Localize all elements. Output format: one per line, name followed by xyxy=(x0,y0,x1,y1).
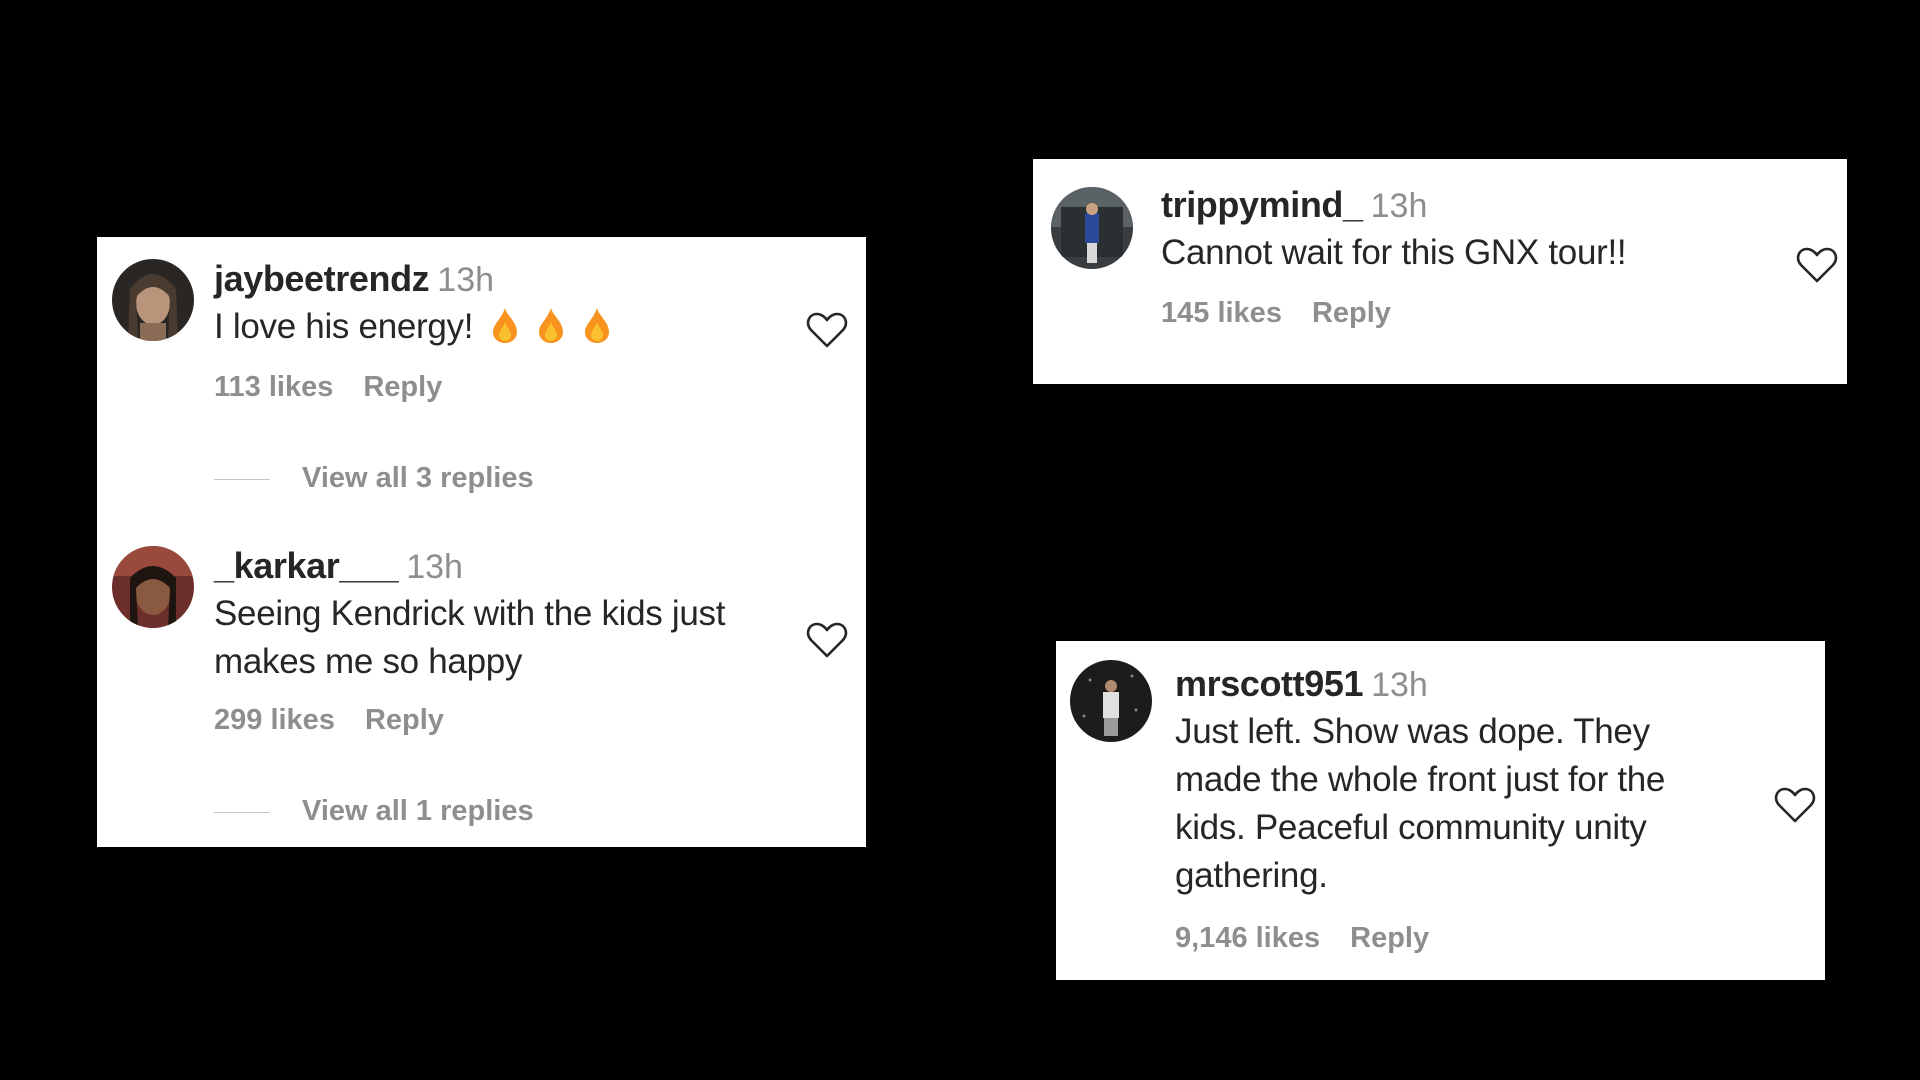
view-replies-button[interactable]: View all 1 replies xyxy=(214,794,534,828)
comment-text-line: Seeing Kendrick with the kids just xyxy=(214,594,726,633)
divider-line xyxy=(214,478,270,480)
likes-count[interactable]: 145 likes xyxy=(1161,297,1282,329)
username[interactable]: trippymind_ xyxy=(1161,184,1363,225)
comment-text-line: gathering. xyxy=(1175,856,1328,895)
timestamp[interactable]: 13h xyxy=(406,548,463,586)
timestamp[interactable]: 13h xyxy=(1371,187,1428,225)
timestamp[interactable]: 13h xyxy=(1371,666,1428,704)
comment-header: mrscott951 13h xyxy=(1175,663,1735,705)
comment-card-3: mrscott951 13h Just left. Show was dope. … xyxy=(1056,641,1825,980)
view-replies-label: View all 1 replies xyxy=(302,795,534,827)
avatar[interactable] xyxy=(1051,187,1133,269)
heart-outline-icon[interactable] xyxy=(806,311,848,349)
reply-button[interactable]: Reply xyxy=(363,371,442,403)
reply-button[interactable]: Reply xyxy=(365,704,444,736)
username[interactable]: mrscott951 xyxy=(1175,663,1364,704)
username[interactable]: _karkar___ xyxy=(214,545,399,586)
comment-card-1: jaybeetrendz 13h I love his energy! 113 l… xyxy=(97,237,866,847)
comment-text-content: I love his energy! xyxy=(214,307,474,346)
comment-meta: 9,146 likes Reply xyxy=(1175,922,1735,955)
comment-text-line: kids. Peaceful community unity xyxy=(1175,808,1647,847)
comment-meta: 145 likes Reply xyxy=(1161,297,1781,330)
comment-text: I love his energy! xyxy=(214,303,774,351)
username[interactable]: jaybeetrendz xyxy=(214,258,430,299)
comment-header: _karkar___ 13h xyxy=(214,545,754,587)
reply-button[interactable]: Reply xyxy=(1312,297,1391,329)
comment-header: trippymind_ 13h xyxy=(1161,184,1781,226)
likes-count[interactable]: 9,146 likes xyxy=(1175,922,1320,954)
comment-text-content: Cannot wait for this GNX tour!! xyxy=(1161,233,1627,272)
comment-text-line: makes me so happy xyxy=(214,642,523,681)
heart-outline-icon[interactable] xyxy=(1774,786,1816,824)
heart-outline-icon[interactable] xyxy=(806,621,848,659)
avatar[interactable] xyxy=(1070,660,1152,742)
comment-text: Just left. Show was dope. They made the … xyxy=(1175,708,1735,900)
likes-count[interactable]: 113 likes xyxy=(214,371,333,403)
fire-emoji xyxy=(585,308,610,343)
timestamp[interactable]: 13h xyxy=(437,261,494,299)
likes-count[interactable]: 299 likes xyxy=(214,704,335,736)
reply-button[interactable]: Reply xyxy=(1350,922,1429,954)
comment-card-2: trippymind_ 13h Cannot wait for this GNX … xyxy=(1033,159,1847,384)
comment-text-line: Just left. Show was dope. They xyxy=(1175,712,1650,751)
view-replies-button[interactable]: View all 3 replies xyxy=(214,461,534,495)
comment-text: Cannot wait for this GNX tour!! xyxy=(1161,229,1781,277)
fire-emoji xyxy=(493,308,518,343)
divider-line xyxy=(214,811,270,813)
comment-text: Seeing Kendrick with the kids just makes… xyxy=(214,590,754,686)
comment-meta: 113 likes Reply xyxy=(214,371,774,404)
fire-emoji xyxy=(539,308,564,343)
view-replies-label: View all 3 replies xyxy=(302,462,534,494)
comment-header: jaybeetrendz 13h xyxy=(214,258,774,300)
avatar[interactable] xyxy=(112,259,194,341)
comment-meta: 299 likes Reply xyxy=(214,704,754,737)
comment-text-line: made the whole front just for the xyxy=(1175,760,1666,799)
avatar[interactable] xyxy=(112,546,194,628)
heart-outline-icon[interactable] xyxy=(1796,246,1838,284)
